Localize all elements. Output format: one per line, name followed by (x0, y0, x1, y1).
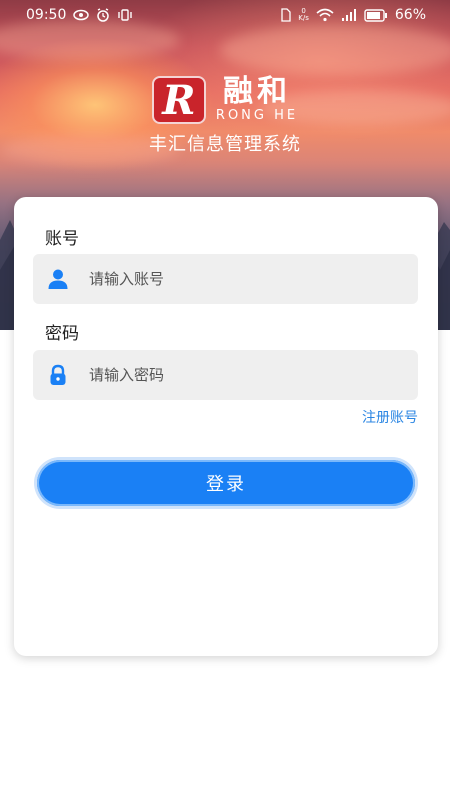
account-input[interactable] (89, 270, 389, 288)
system-name: 丰汇信息管理系统 (149, 134, 301, 155)
status-time: 09:50 (26, 7, 67, 23)
network-speed-unit: K/s (298, 14, 309, 22)
battery-saver-icon (364, 8, 388, 22)
brand-header: R 融和 RONG HE 丰汇信息管理系统 (0, 76, 450, 156)
status-right: 0 K/s 66% (281, 7, 426, 23)
alarm-icon (96, 8, 110, 22)
brand-name-chinese: 融和 (223, 74, 291, 109)
user-icon (47, 268, 69, 290)
brand-name-english: RONG HE (215, 108, 299, 123)
signal-icon (341, 8, 357, 22)
network-speed: 0 K/s (298, 8, 309, 22)
status-left: 09:50 (26, 7, 133, 23)
login-card: 账号 密码 注册账号 登录 (14, 197, 438, 656)
register-link[interactable]: 注册账号 (362, 407, 418, 427)
login-button[interactable]: 登录 (37, 460, 415, 506)
password-field[interactable] (33, 350, 418, 400)
lock-icon (47, 364, 69, 386)
sim-icon (281, 8, 291, 22)
logo-row: R 融和 RONG HE (0, 76, 450, 124)
account-field[interactable] (33, 254, 418, 304)
password-input[interactable] (89, 366, 389, 384)
eye-icon (73, 9, 90, 21)
company-logo-icon: R (151, 76, 206, 124)
wifi-icon (316, 8, 334, 22)
brand-text: 融和 RONG HE (216, 76, 298, 124)
login-button-frame: 登录 (34, 457, 418, 509)
status-bar: 09:50 0 K/s 66% (0, 0, 450, 30)
vibrate-icon (117, 8, 133, 22)
account-label: 账号 (45, 229, 79, 249)
battery-percent: 66% (394, 7, 426, 23)
password-label: 密码 (45, 324, 79, 344)
